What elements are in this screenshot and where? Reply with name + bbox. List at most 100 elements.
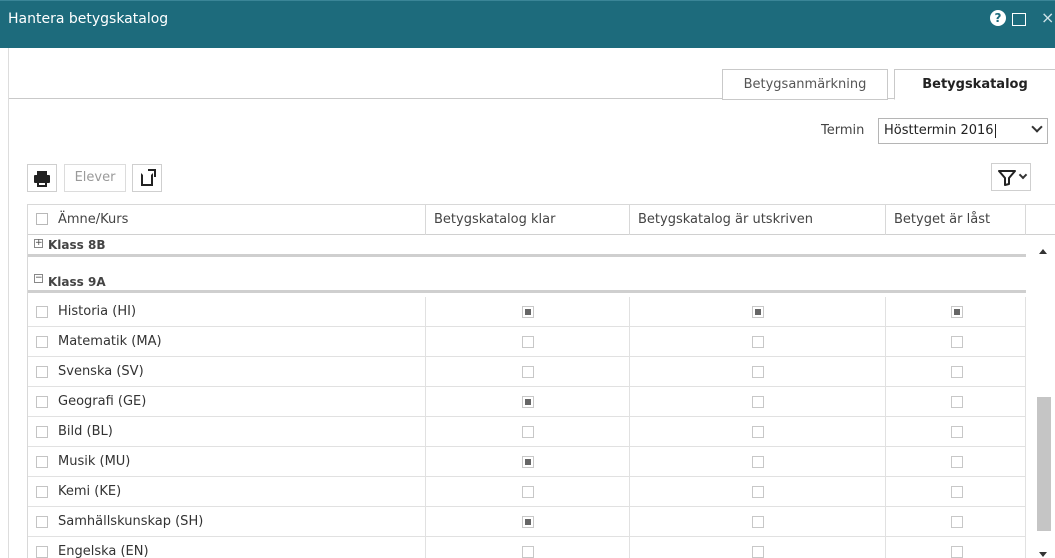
last-checkbox[interactable] <box>951 486 963 498</box>
klar-cell <box>426 537 630 558</box>
row-checkbox[interactable] <box>36 486 48 498</box>
filter-icon <box>998 170 1016 186</box>
filter-button[interactable] <box>991 163 1031 191</box>
chevron-down-icon <box>1018 170 1028 180</box>
scroll-down-icon[interactable] <box>1039 552 1047 557</box>
klar-cell <box>426 507 630 536</box>
column-header-subject[interactable]: Ämne/Kurs <box>28 205 426 235</box>
last-cell <box>886 357 1026 386</box>
klar-checkbox[interactable] <box>522 336 534 348</box>
utskriven-checkbox[interactable] <box>752 426 764 438</box>
row-checkbox[interactable] <box>36 396 48 408</box>
last-checkbox[interactable] <box>951 456 963 468</box>
export-button[interactable] <box>132 164 162 192</box>
vertical-scrollbar[interactable] <box>1033 235 1055 558</box>
group-label: Klass 9A <box>48 275 106 289</box>
table-row[interactable]: Svenska (SV) <box>28 357 1026 387</box>
last-checkbox[interactable] <box>951 306 963 318</box>
last-checkbox[interactable] <box>951 366 963 378</box>
row-checkbox[interactable] <box>36 546 48 558</box>
klar-checkbox[interactable] <box>522 456 534 468</box>
row-checkbox[interactable] <box>36 306 48 318</box>
last-cell <box>886 477 1026 506</box>
collapse-icon[interactable]: − <box>34 274 43 283</box>
table-row[interactable]: Samhällskunskap (SH) <box>28 507 1026 537</box>
group-row-klass-8b[interactable]: + Klass 8B <box>28 235 1026 257</box>
last-cell <box>886 507 1026 536</box>
last-checkbox[interactable] <box>951 516 963 528</box>
tab-betygsanmarkning[interactable]: Betygsanmärkning <box>722 69 888 100</box>
close-icon[interactable]: × <box>1041 8 1054 28</box>
utskriven-cell <box>630 477 886 506</box>
scroll-up-icon[interactable] <box>1039 249 1047 254</box>
utskriven-checkbox[interactable] <box>752 516 764 528</box>
utskriven-checkbox[interactable] <box>752 336 764 348</box>
utskriven-cell <box>630 297 886 326</box>
utskriven-checkbox[interactable] <box>752 456 764 468</box>
klar-cell <box>426 327 630 356</box>
utskriven-checkbox[interactable] <box>752 486 764 498</box>
utskriven-cell <box>630 447 886 476</box>
row-checkbox[interactable] <box>36 516 48 528</box>
klar-cell <box>426 357 630 386</box>
tab-betygskatalog[interactable]: Betygskatalog <box>894 69 1055 100</box>
table-row[interactable]: Musik (MU) <box>28 447 1026 477</box>
last-checkbox[interactable] <box>951 396 963 408</box>
table-row[interactable]: Kemi (KE) <box>28 477 1026 507</box>
term-select-value: Hösttermin 2016 <box>884 123 994 138</box>
subject-name: Historia (HI) <box>58 304 137 319</box>
last-checkbox[interactable] <box>951 546 963 558</box>
last-cell <box>886 387 1026 416</box>
table-row[interactable]: Engelska (EN) <box>28 537 1026 558</box>
klar-checkbox[interactable] <box>522 486 534 498</box>
group-row-klass-9a[interactable]: − Klass 9A <box>28 269 1026 293</box>
column-header-klar[interactable]: Betygskatalog klar <box>426 205 630 235</box>
utskriven-cell <box>630 387 886 416</box>
klar-checkbox[interactable] <box>522 366 534 378</box>
klar-checkbox[interactable] <box>522 426 534 438</box>
elever-button[interactable]: Elever <box>64 164 126 192</box>
utskriven-cell <box>630 507 886 536</box>
klar-checkbox[interactable] <box>522 396 534 408</box>
utskriven-checkbox[interactable] <box>752 546 764 558</box>
print-button[interactable] <box>27 164 57 192</box>
row-checkbox[interactable] <box>36 426 48 438</box>
klar-cell <box>426 297 630 326</box>
expand-icon[interactable]: + <box>34 239 43 248</box>
grid-header: Ämne/Kurs Betygskatalog klar Betygskatal… <box>28 205 1055 235</box>
catalog-grid: Ämne/Kurs Betygskatalog klar Betygskatal… <box>27 204 1055 558</box>
utskriven-checkbox[interactable] <box>752 396 764 408</box>
scroll-thumb[interactable] <box>1037 397 1051 531</box>
last-cell <box>886 537 1026 558</box>
term-select[interactable]: Hösttermin 2016 <box>878 118 1048 144</box>
window-titlebar: Hantera betygskatalog ? × <box>0 0 1055 48</box>
klar-checkbox[interactable] <box>522 546 534 558</box>
utskriven-checkbox[interactable] <box>752 306 764 318</box>
table-row[interactable]: Historia (HI) <box>28 297 1026 327</box>
klar-cell <box>426 417 630 446</box>
last-cell <box>886 327 1026 356</box>
klar-checkbox[interactable] <box>522 516 534 528</box>
maximize-icon[interactable] <box>1012 13 1026 26</box>
klar-checkbox[interactable] <box>522 306 534 318</box>
subject-name: Samhällskunskap (SH) <box>58 514 204 529</box>
row-checkbox[interactable] <box>36 366 48 378</box>
dialog-content: Betygsanmärkning Betygskatalog Termin Hö… <box>8 48 1055 558</box>
last-checkbox[interactable] <box>951 426 963 438</box>
column-header-utskriven[interactable]: Betygskatalog är utskriven <box>630 205 886 235</box>
last-checkbox[interactable] <box>951 336 963 348</box>
utskriven-checkbox[interactable] <box>752 366 764 378</box>
term-label: Termin <box>821 123 865 138</box>
table-row[interactable]: Bild (BL) <box>28 417 1026 447</box>
data-rows: Historia (HI) Matematik (MA) Svenska (SV) G… <box>28 297 1026 558</box>
last-cell <box>886 447 1026 476</box>
row-checkbox[interactable] <box>36 456 48 468</box>
column-header-last[interactable]: Betyget är låst <box>886 205 1026 235</box>
row-checkbox[interactable] <box>36 336 48 348</box>
table-row[interactable]: Geografi (GE) <box>28 387 1026 417</box>
last-cell <box>886 297 1026 326</box>
subject-name: Svenska (SV) <box>58 364 144 379</box>
help-icon[interactable]: ? <box>990 10 1006 26</box>
table-row[interactable]: Matematik (MA) <box>28 327 1026 357</box>
grid-rows: + Klass 8B − Klass 9A Historia (HI) Matem… <box>28 235 1026 558</box>
